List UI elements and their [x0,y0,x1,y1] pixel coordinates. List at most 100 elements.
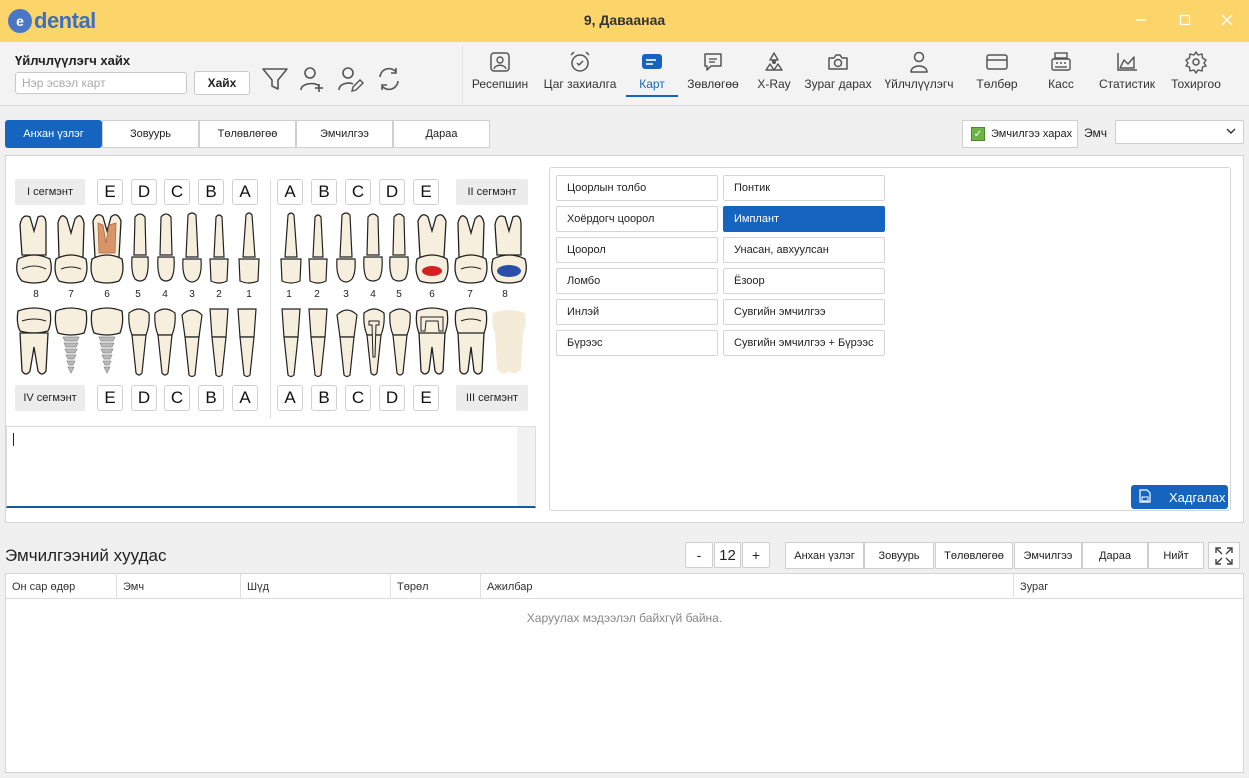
procedure-pontic[interactable]: Понтик [723,175,885,201]
primary-tooth-upper-left-A[interactable]: A [232,179,258,205]
tooth-upper-left-4[interactable] [155,211,177,285]
filter-plan[interactable]: Төлөвлөгөө [935,542,1013,569]
tooth-lower-right-2[interactable] [306,307,330,379]
procedure-root-canal-crown[interactable]: Сувгийн эмчилгээ + Бүрээс [723,330,885,356]
nav-payment[interactable]: Төлбөр [972,50,1022,98]
tooth-lower-left-3[interactable] [179,307,205,379]
tooth-lower-right-1[interactable] [279,307,303,379]
tooth-upper-right-2[interactable] [306,211,330,285]
primary-tooth-lower-right-C[interactable]: C [345,385,371,411]
increase-button[interactable]: + [742,542,770,568]
column-date[interactable]: Он сар өдөр [6,574,117,599]
procedure-secondary-caries[interactable]: Хоёрдогч цоорол [556,206,718,232]
segment-I-label[interactable]: I сегмэнт [15,179,85,205]
procedure-inlay[interactable]: Инлэй [556,299,718,325]
tooth-lower-left-2[interactable] [207,307,231,379]
primary-tooth-upper-right-A[interactable]: A [277,179,303,205]
search-button[interactable]: Хайх [194,71,250,95]
tooth-upper-right-6-filling[interactable] [414,211,450,285]
primary-tooth-upper-left-C[interactable]: C [164,179,190,205]
tooth-lower-right-5[interactable] [387,307,413,379]
primary-tooth-lower-left-E[interactable]: E [97,385,123,411]
column-tooth[interactable]: Шүд [241,574,391,599]
procedure-caries[interactable]: Цоорол [556,237,718,263]
tooth-upper-left-6-root-canal[interactable] [89,211,125,285]
primary-tooth-upper-right-D[interactable]: D [379,179,405,205]
tab-complaint[interactable]: Зовуурь [102,120,199,148]
filter-treatment[interactable]: Эмчилгээ [1014,542,1082,569]
segment-IV-label[interactable]: IV сегмэнт [15,385,85,411]
procedure-caries-spot[interactable]: Цоорлын толбо [556,175,718,201]
minimize-button[interactable] [1128,8,1154,32]
filter-icon[interactable] [260,64,290,94]
tooth-lower-left-5[interactable] [126,307,152,379]
tooth-lower-right-8-missing[interactable] [489,307,529,379]
primary-tooth-lower-left-D[interactable]: D [131,385,157,411]
tab-next[interactable]: Дараа [393,120,490,148]
procedure-filling[interactable]: Ломбо [556,268,718,294]
close-button[interactable] [1214,8,1240,32]
tooth-upper-left-5[interactable] [129,211,151,285]
tooth-upper-left-8[interactable] [14,211,54,285]
primary-tooth-upper-left-E[interactable]: E [97,179,123,205]
nav-consultation[interactable]: Зөвлөгөө [684,50,742,98]
tooth-lower-right-6-crown[interactable] [414,307,450,379]
column-procedure[interactable]: Ажилбар [481,574,1014,599]
tab-treatment[interactable]: Эмчилгээ [296,120,393,148]
tooth-upper-right-7[interactable] [453,211,489,285]
primary-tooth-upper-left-B[interactable]: B [198,179,224,205]
primary-tooth-lower-left-C[interactable]: C [164,385,190,411]
primary-tooth-lower-right-A[interactable]: A [277,385,303,411]
tooth-upper-left-7[interactable] [53,211,89,285]
nav-photo[interactable]: Зураг дарах [802,50,874,98]
decrease-button[interactable]: - [685,542,713,568]
column-doctor[interactable]: Эмч [117,574,241,599]
tab-plan[interactable]: Төлөвлөгөө [199,120,296,148]
tooth-lower-left-1[interactable] [235,307,259,379]
column-type[interactable]: Төрөл [391,574,481,599]
tooth-lower-right-7[interactable] [453,307,489,379]
procedure-extracted[interactable]: Унасан, авхуулсан [723,237,885,263]
primary-tooth-upper-right-C[interactable]: C [345,179,371,205]
maximize-button[interactable] [1172,8,1198,32]
view-treatment-button[interactable]: ✓ Эмчилгээ харах [962,120,1078,148]
primary-tooth-lower-right-E[interactable]: E [413,385,439,411]
nav-reception[interactable]: Ресепшин [470,50,530,98]
nav-card[interactable]: Карт [626,50,678,98]
primary-tooth-lower-right-B[interactable]: B [311,385,337,411]
doctor-select[interactable] [1115,120,1244,144]
procedure-root[interactable]: Ёзоор [723,268,885,294]
nav-settings[interactable]: Тохиргоо [1166,50,1226,98]
filter-initial-exam[interactable]: Анхан үзлэг [785,542,864,569]
tooth-lower-left-8[interactable] [14,307,54,379]
tooth-upper-right-3[interactable] [334,211,358,285]
note-scrollbar[interactable] [517,427,535,506]
tooth-upper-right-4[interactable] [361,211,385,285]
tooth-lower-left-4[interactable] [152,307,178,379]
tooth-lower-right-3[interactable] [334,307,360,379]
tooth-upper-right-8-filling[interactable] [489,211,529,285]
primary-tooth-lower-left-B[interactable]: B [198,385,224,411]
segment-III-label[interactable]: III сегмэнт [456,385,528,411]
filter-next[interactable]: Дараа [1082,542,1148,569]
procedure-implant[interactable]: Имплант [723,206,885,232]
tooth-lower-left-7-implant[interactable] [53,307,89,379]
tooth-upper-right-1[interactable] [278,211,304,285]
segment-II-label[interactable]: II сегмэнт [456,179,528,205]
tooth-upper-right-5[interactable] [387,211,411,285]
tooth-upper-left-3[interactable] [180,211,204,285]
procedure-root-canal[interactable]: Сувгийн эмчилгээ [723,299,885,325]
add-user-icon[interactable] [297,64,327,94]
tooth-upper-left-2[interactable] [207,211,231,285]
nav-xray[interactable]: X-Ray [752,50,796,98]
primary-tooth-upper-left-D[interactable]: D [131,179,157,205]
save-button[interactable]: Хадгалах [1131,485,1228,509]
procedure-crown[interactable]: Бүрээс [556,330,718,356]
search-input[interactable] [15,72,187,94]
nav-statistics[interactable]: Статистик [1094,50,1160,98]
primary-tooth-upper-right-E[interactable]: E [413,179,439,205]
filter-complaint[interactable]: Зовуурь [864,542,934,569]
primary-tooth-lower-left-A[interactable]: A [232,385,258,411]
nav-client[interactable]: Үйлчлүүлэгч [883,50,955,98]
tab-initial-exam[interactable]: Анхан үзлэг [5,120,102,148]
